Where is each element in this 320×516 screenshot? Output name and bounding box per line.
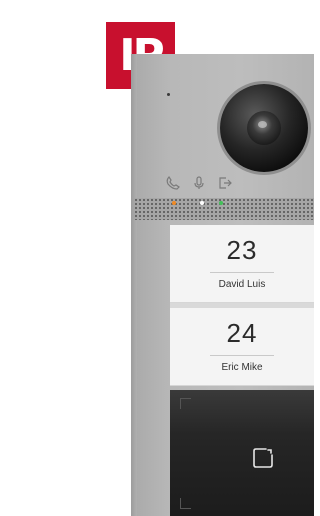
panel-edge: [131, 54, 137, 516]
card-divider: [210, 272, 274, 273]
reader-corner-mark: [180, 498, 191, 509]
resident-name: David Luis: [218, 279, 266, 290]
apartment-number: 23: [226, 235, 258, 265]
name-card-button[interactable]: 24 Eric Mike: [170, 308, 314, 386]
card-reader-area[interactable]: [170, 390, 314, 516]
door-open-icon: [219, 177, 232, 189]
lens-reflection: [258, 121, 267, 128]
apartment-number: 24: [226, 318, 258, 348]
camera-lens-icon: [247, 111, 281, 145]
speaker-grille: [134, 198, 314, 220]
indicator-led-orange: [172, 201, 176, 205]
microphone-hole: [167, 93, 170, 96]
phone-icon: [166, 176, 180, 190]
reader-corner-mark: [180, 398, 191, 409]
door-square-icon[interactable]: [249, 444, 277, 472]
indicator-led-green: [219, 201, 223, 205]
microphone-icon: [194, 176, 204, 189]
name-card-button[interactable]: 23 David Luis: [170, 225, 314, 303]
indicator-led-white: [200, 201, 204, 205]
card-divider: [210, 355, 274, 356]
resident-name: Eric Mike: [221, 362, 263, 373]
